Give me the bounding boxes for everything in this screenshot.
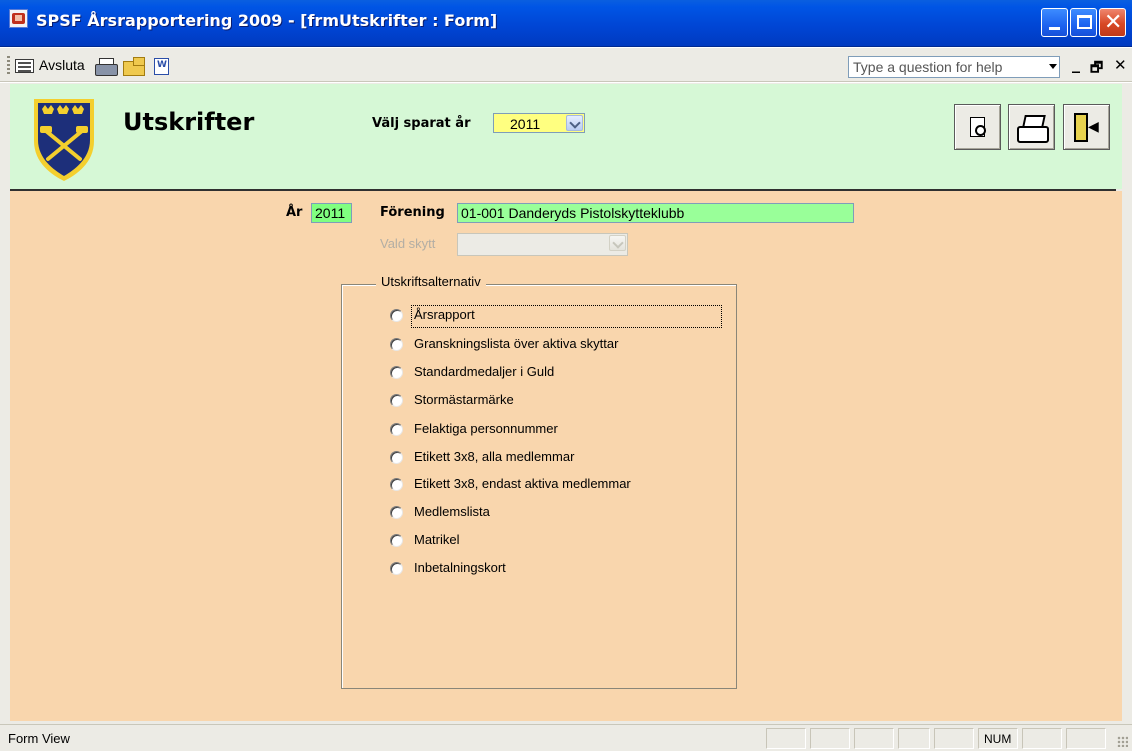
vald-skytt-select[interactable]: [457, 233, 628, 256]
ar-field[interactable]: 2011: [311, 203, 352, 223]
option-label: Stormästarmärke: [414, 392, 514, 407]
radio-button[interactable]: [390, 534, 403, 547]
form-icon[interactable]: [15, 59, 34, 73]
chevron-down-icon[interactable]: [609, 235, 626, 251]
app-icon[interactable]: [9, 9, 28, 28]
vald-skytt-label: Vald skytt: [380, 236, 436, 251]
form-title: Utskrifter: [123, 108, 255, 136]
mdi-close-icon[interactable]: ✕: [1114, 56, 1127, 74]
toolbar-grip-icon[interactable]: [7, 56, 10, 74]
resize-grip-icon[interactable]: [1117, 736, 1128, 747]
group-title: Utskriftsalternativ: [376, 274, 486, 289]
status-panel: [766, 728, 806, 749]
title-bar: SPSF Årsrapportering 2009 - [frmUtskrift…: [0, 0, 1132, 47]
window-title: SPSF Årsrapportering 2009 - [frmUtskrift…: [36, 11, 498, 30]
option-label: Medlemslista: [414, 504, 490, 519]
print-preview-button[interactable]: [954, 104, 1001, 150]
radio-button[interactable]: [390, 366, 403, 379]
club-crest-icon: [34, 99, 94, 181]
year-select-label: Välj sparat år: [372, 116, 471, 131]
maximize-button[interactable]: [1070, 8, 1097, 37]
year-select-value: 2011: [510, 116, 541, 132]
year-select[interactable]: 2011: [493, 113, 585, 133]
exit-button[interactable]: ◀: [1063, 104, 1110, 150]
forening-label: Förening: [380, 205, 445, 220]
radio-button[interactable]: [390, 309, 403, 322]
help-search-box[interactable]: [848, 56, 1060, 78]
status-panel: [854, 728, 894, 749]
minimize-icon: [1049, 27, 1060, 30]
num-lock-indicator: NUM: [984, 732, 1012, 746]
radio-button[interactable]: [390, 506, 403, 519]
exit-door-icon: ◀: [1074, 113, 1102, 143]
mdi-restore-icon[interactable]: 🗗: [1090, 57, 1103, 81]
option-label: Etikett 3x8, alla medlemmar: [414, 449, 575, 464]
option-label: Granskningslista över aktiva skyttar: [414, 336, 619, 351]
status-panel: [1066, 728, 1106, 749]
help-dropdown-icon[interactable]: [1049, 64, 1057, 69]
close-button[interactable]: ✕: [1099, 8, 1126, 37]
option-label: Etikett 3x8, endast aktiva medlemmar: [414, 476, 631, 491]
status-view-text: Form View: [8, 731, 70, 746]
toolbar: Avsluta _ 🗗 ✕: [0, 48, 1132, 82]
option-label: Årsrapport: [414, 307, 475, 322]
word-export-icon[interactable]: [154, 58, 169, 75]
printer-icon: [1017, 115, 1049, 143]
close-icon: ✕: [1104, 10, 1123, 35]
radio-button[interactable]: [390, 394, 403, 407]
radio-button[interactable]: [390, 451, 403, 464]
ar-label: År: [286, 205, 303, 220]
maximize-icon: [1077, 15, 1092, 29]
print-icon[interactable]: [95, 58, 118, 76]
avsluta-menu-item[interactable]: Avsluta: [39, 57, 85, 73]
radio-button[interactable]: [390, 423, 403, 436]
radio-button[interactable]: [390, 562, 403, 575]
status-panel: [810, 728, 850, 749]
forening-field[interactable]: 01-001 Danderyds Pistolskytteklubb: [457, 203, 854, 223]
status-panel: [898, 728, 930, 749]
mdi-minimize-icon[interactable]: _: [1072, 54, 1080, 73]
radio-button[interactable]: [390, 478, 403, 491]
option-label: Matrikel: [414, 532, 460, 547]
print-button[interactable]: [1008, 104, 1055, 150]
status-panel: [1022, 728, 1062, 749]
option-label: Standardmedaljer i Guld: [414, 364, 555, 379]
minimize-button[interactable]: [1041, 8, 1068, 37]
print-preview-icon: [970, 117, 986, 137]
status-bar: Form View NUM: [0, 724, 1132, 751]
option-label: Felaktiga personnummer: [414, 421, 558, 436]
chevron-down-icon[interactable]: [566, 115, 583, 131]
help-search-input[interactable]: [849, 57, 1039, 77]
status-panel: [934, 728, 974, 749]
radio-button[interactable]: [390, 338, 403, 351]
option-label: Inbetalningskort: [414, 560, 506, 575]
folder-icon[interactable]: [123, 57, 145, 76]
